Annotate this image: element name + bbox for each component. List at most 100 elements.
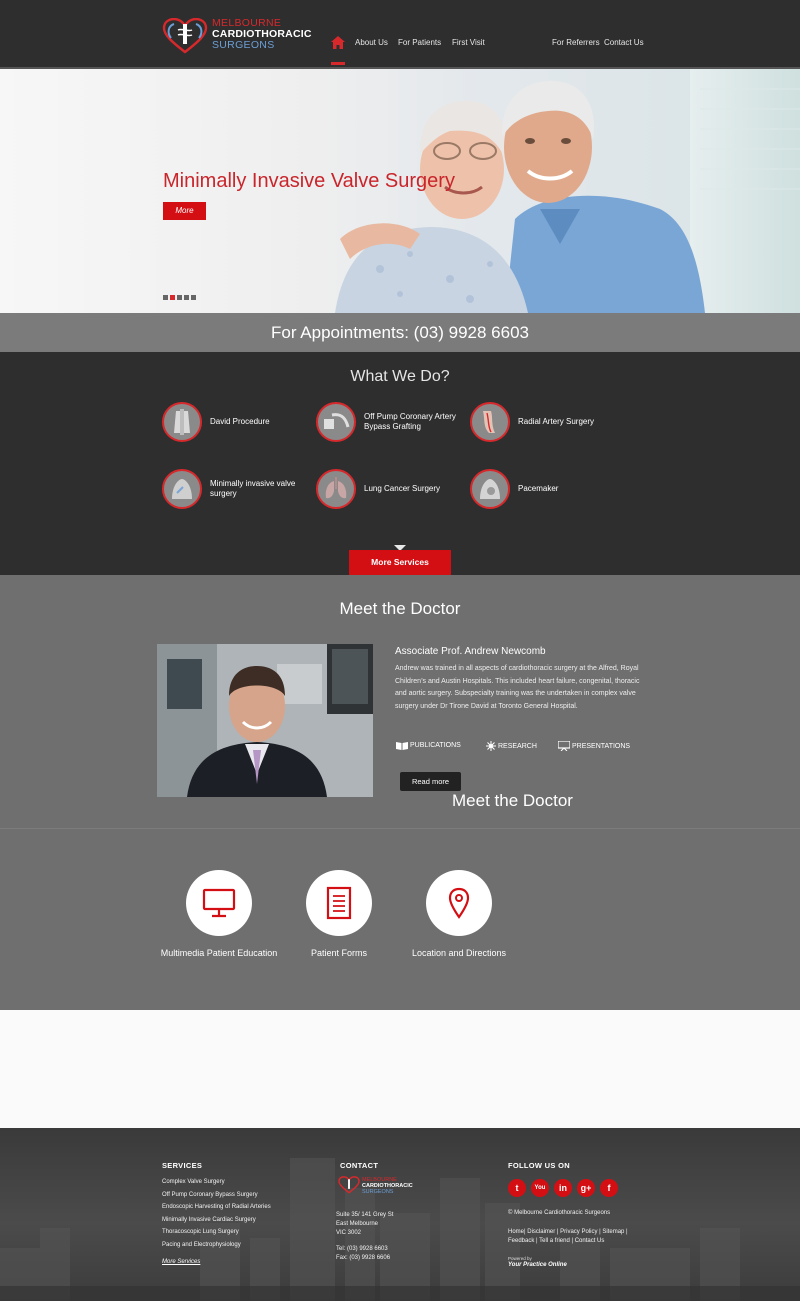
research-icon xyxy=(486,741,496,751)
presentations-label: PRESENTATIONS xyxy=(572,742,631,750)
footer-services-heading: SERVICES xyxy=(162,1161,203,1170)
footer-service-link[interactable]: Minimally Invasive Cardiac Surgery xyxy=(162,1214,271,1227)
footer-service-link[interactable]: Complex Valve Surgery xyxy=(162,1176,271,1189)
service-label: Minimally invasive valve surgery xyxy=(210,479,296,498)
feature-label: Location and Directions xyxy=(411,948,507,958)
linkedin-icon[interactable]: in xyxy=(554,1179,572,1197)
chest-incision-icon xyxy=(162,469,202,509)
feature-patient-forms[interactable]: Patient Forms xyxy=(279,870,399,958)
bypass-icon xyxy=(316,402,356,442)
heart-logo-icon xyxy=(162,17,208,54)
nav-for-patients[interactable]: For Patients xyxy=(398,38,441,47)
google-plus-icon[interactable]: g+ xyxy=(577,1179,595,1197)
service-pacemaker[interactable]: Pacemaker xyxy=(470,469,613,509)
section-title: Meet the Doctor xyxy=(339,599,461,618)
service-off-pump-cabg[interactable]: Off Pump Coronary Artery Bypass Grafting xyxy=(316,402,459,442)
monitor-icon xyxy=(186,870,252,936)
service-label: Off Pump Coronary Artery Bypass Grafting xyxy=(364,412,456,431)
slider-dot[interactable] xyxy=(184,295,189,300)
meet-the-doctor-caption: Meet the Doctor xyxy=(452,791,573,810)
footer-copyright: © Melbourne Cardiothoracic Surgeons xyxy=(508,1210,611,1216)
social-links: t You in g+ f xyxy=(508,1179,618,1197)
home-active-indicator xyxy=(331,62,345,65)
slider-dot[interactable] xyxy=(191,295,196,300)
document-icon xyxy=(306,870,372,936)
address-line: VIC 3002 xyxy=(336,1230,362,1236)
more-services-button[interactable]: More Services xyxy=(349,550,451,575)
hero-title: Minimally Invasive Valve Surgery xyxy=(163,170,455,192)
nav-about-us[interactable]: About Us xyxy=(355,38,388,47)
slider-dots xyxy=(163,295,196,300)
book-icon xyxy=(396,742,408,750)
doctor-name: Associate Prof. Andrew Newcomb xyxy=(395,646,546,657)
footer-address: Suite 35/ 141 Grey St East Melbourne VIC… xyxy=(336,1211,393,1238)
footer-skyline xyxy=(0,1158,800,1301)
publications-label: PUBLICATIONS xyxy=(410,742,461,749)
phone-number[interactable]: Tel: (03) 9928 6603 xyxy=(336,1245,390,1254)
service-lung-cancer[interactable]: Lung Cancer Surgery xyxy=(316,469,459,509)
footer-follow-heading: FOLLOW US ON xyxy=(508,1161,570,1170)
publications-link[interactable]: PUBLICATIONS xyxy=(396,741,461,750)
site-header: MELBOURNE CARDIOTHORACIC SURGEONS About … xyxy=(0,0,800,69)
meet-the-doctor-section: Meet the Doctor Associate Prof. Andrew N… xyxy=(0,575,800,1010)
nav-first-visit[interactable]: First Visit xyxy=(452,38,485,47)
footer-services-list: Complex Valve Surgery Off Pump Coronary … xyxy=(162,1176,271,1251)
doctor-bio: Andrew was trained in all aspects of car… xyxy=(395,665,640,710)
section-title: What We Do? xyxy=(350,368,450,385)
youtube-icon[interactable]: You xyxy=(531,1179,549,1197)
lungs-icon xyxy=(316,469,356,509)
feature-label: Multimedia Patient Education xyxy=(160,948,278,958)
read-more-button[interactable]: Read more xyxy=(400,772,461,791)
presentations-link[interactable]: PRESENTATIONS xyxy=(558,741,630,751)
heart-logo-icon xyxy=(338,1176,360,1194)
facebook-icon[interactable]: f xyxy=(600,1179,618,1197)
section-divider xyxy=(0,828,800,829)
service-label: Radial Artery Surgery xyxy=(518,417,595,426)
hero-slider: Minimally Invasive Valve Surgery More xyxy=(0,69,800,313)
research-label: RESEARCH xyxy=(498,742,537,750)
address-line: Suite 35/ 141 Grey St xyxy=(336,1212,394,1218)
service-david-procedure[interactable]: David Procedure xyxy=(162,402,305,442)
presentation-icon xyxy=(558,741,570,751)
footer-phone: Tel: (03) 9928 6603 Fax: (03) 9928 6606 xyxy=(336,1245,390,1263)
footer-logo[interactable]: MELBOURNE CARDIOTHORACIC SURGEONS xyxy=(338,1176,438,1196)
hero-more-button[interactable]: More xyxy=(163,202,206,220)
footer-service-link[interactable]: Thoracoscopic Lung Surgery xyxy=(162,1226,271,1239)
home-icon[interactable] xyxy=(331,36,345,49)
twitter-icon[interactable]: t xyxy=(508,1179,526,1197)
appointment-bar[interactable]: For Appointments: (03) 9928 6603 xyxy=(0,313,800,352)
logo-line-3: SURGEONS xyxy=(212,39,275,51)
slider-dot[interactable] xyxy=(163,295,168,300)
service-label: Pacemaker xyxy=(518,484,559,493)
slider-dot-active[interactable] xyxy=(170,295,175,300)
feature-label: Patient Forms xyxy=(310,948,368,958)
feature-location-directions[interactable]: Location and Directions xyxy=(399,870,519,958)
slider-dot[interactable] xyxy=(177,295,182,300)
footer-service-link[interactable]: Endoscopic Harvesting of Radial Arteries xyxy=(162,1201,271,1214)
powered-by[interactable]: Powered by Your Practice Online xyxy=(508,1256,567,1268)
footer-service-link[interactable]: Pacing and Electrophysiology xyxy=(162,1239,271,1252)
powered-by-logo: Your Practice Online xyxy=(508,1262,567,1268)
address-line: East Melbourne xyxy=(336,1221,379,1227)
what-we-do-section: What We Do? David Procedure Off Pump Cor… xyxy=(0,352,800,575)
service-radial-artery[interactable]: Radial Artery Surgery xyxy=(470,402,613,442)
doctor-photo xyxy=(157,644,373,797)
map-pin-icon xyxy=(426,870,492,936)
arm-artery-icon xyxy=(470,402,510,442)
site-footer: SERVICES Complex Valve Surgery Off Pump … xyxy=(0,1128,800,1301)
footer-links[interactable]: Home| Disclaimer | Privacy Policy | Site… xyxy=(508,1228,648,1246)
nav-contact-us[interactable]: Contact Us xyxy=(604,38,644,47)
nav-for-referrers[interactable]: For Referrers xyxy=(552,38,600,47)
footer-contact-heading: CONTACT xyxy=(340,1161,379,1170)
logo-wordmark: MELBOURNE CARDIOTHORACIC SURGEONS xyxy=(212,18,312,51)
feature-multimedia-education[interactable]: Multimedia Patient Education xyxy=(159,870,279,958)
footer-logo-line-3: SURGEONS xyxy=(362,1189,394,1195)
footer-more-services-link[interactable]: More Services xyxy=(162,1259,200,1265)
service-minimally-invasive[interactable]: Minimally invasive valve surgery xyxy=(162,469,305,509)
service-label: Lung Cancer Surgery xyxy=(364,484,441,493)
site-logo[interactable]: MELBOURNE CARDIOTHORACIC SURGEONS xyxy=(162,18,312,56)
footer-service-link[interactable]: Off Pump Coronary Bypass Surgery xyxy=(162,1189,271,1202)
pacemaker-icon xyxy=(470,469,510,509)
service-label: David Procedure xyxy=(210,417,270,426)
research-link[interactable]: RESEARCH xyxy=(486,741,537,751)
